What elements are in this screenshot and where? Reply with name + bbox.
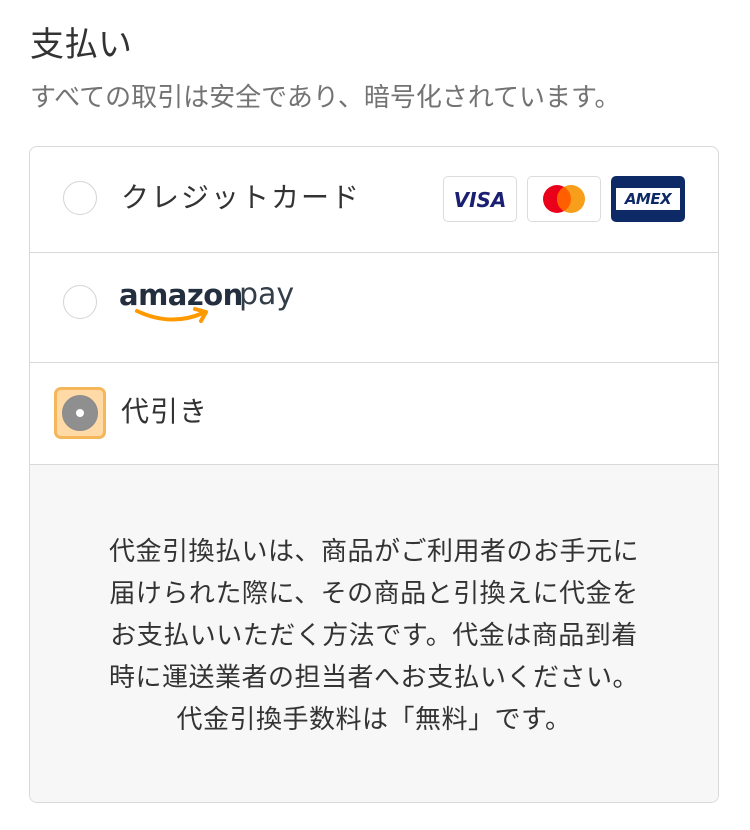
amazon-smile-icon: [135, 307, 208, 323]
cod-description: 代金引換払いは、商品がご利用者のお手元に 届けられた際に、その商品と引換えに代金…: [60, 531, 688, 741]
visa-icon: VISA: [443, 176, 517, 222]
cod-radio-selected[interactable]: [62, 395, 98, 431]
mastercard-icon: [527, 176, 601, 222]
payment-option-cod[interactable]: 代引き: [30, 363, 718, 465]
credit-card-radio[interactable]: [63, 181, 97, 215]
payment-option-credit-card[interactable]: クレジットカード VISA AMEX: [30, 147, 718, 253]
pay-logo-word: pay: [239, 277, 295, 312]
credit-card-label: クレジットカード: [121, 181, 362, 214]
amex-logo-text: AMEX: [616, 188, 680, 210]
cod-description-line: 代金引換払いは、商品がご利用者のお手元に: [108, 537, 639, 567]
cod-description-line: 時に運送業者の担当者へお支払いください。: [108, 663, 639, 693]
card-brand-logos: VISA AMEX: [443, 176, 685, 222]
security-note: すべての取引は安全であり、暗号化されています。: [30, 83, 621, 113]
cod-details-box: 代金引換払いは、商品がご利用者のお手元に 届けられた際に、その商品と引換えに代金…: [30, 465, 718, 802]
visa-logo-text: VISA: [453, 188, 507, 212]
cod-label: 代引き: [121, 395, 209, 428]
cod-description-line: 届けられた際に、その商品と引換えに代金を: [109, 579, 639, 609]
payment-method-panel: クレジットカード VISA AMEX amazon pay 代引き 代金引換払い…: [29, 146, 719, 803]
amex-icon: AMEX: [611, 176, 685, 222]
amazon-pay-logo: amazon pay: [119, 275, 309, 331]
cod-radio-focus-ring[interactable]: [54, 387, 106, 439]
amazon-pay-radio[interactable]: [63, 285, 97, 319]
page-title: 支払い: [30, 25, 132, 65]
payment-option-amazon-pay[interactable]: amazon pay: [30, 253, 718, 363]
cod-description-line: 代金引換手数料は「無料」です。: [176, 705, 572, 735]
mastercard-circles: [543, 185, 585, 213]
cod-description-line: お支払いいただく方法です。代金は商品到着: [110, 621, 638, 651]
radio-dot-icon: [76, 409, 84, 417]
